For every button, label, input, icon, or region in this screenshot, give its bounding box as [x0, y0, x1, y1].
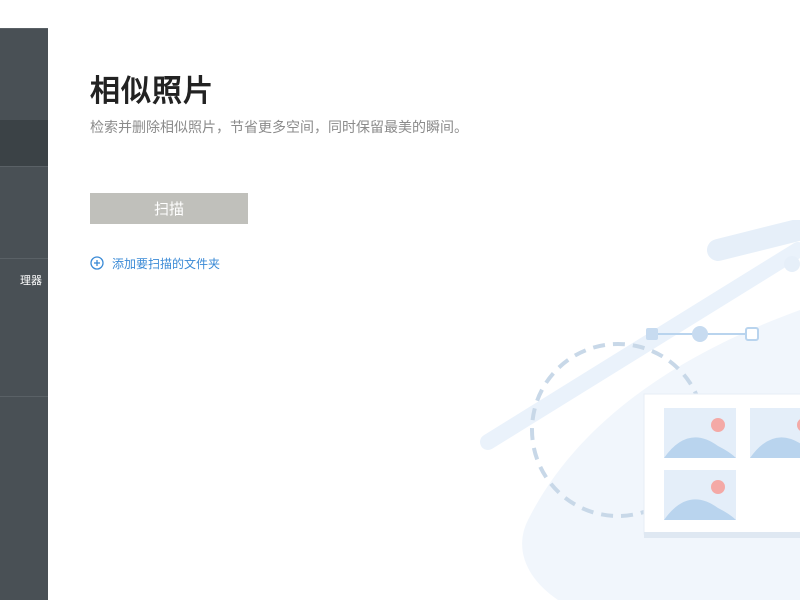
similar-photos-illustration: [480, 220, 800, 600]
main-panel: 相似照片 检索并删除相似照片，节省更多空间，同时保留最美的瞬间。 扫描 添加要扫…: [48, 0, 800, 600]
photo-icon: [664, 470, 736, 520]
sidebar-item-manager[interactable]: 理器: [0, 271, 48, 289]
scan-button[interactable]: 扫描: [90, 193, 248, 224]
sidebar-item-label: 理器: [20, 274, 42, 287]
sidebar: 理器: [0, 28, 48, 600]
photo-icon: [664, 408, 736, 458]
page-title: 相似照片: [90, 74, 214, 109]
photo-icon: [750, 408, 800, 458]
add-folder-label: 添加要扫描的文件夹: [112, 256, 221, 271]
add-folder-link[interactable]: 添加要扫描的文件夹: [90, 254, 220, 272]
sidebar-divider: [0, 258, 48, 259]
sidebar-item-selected[interactable]: [0, 120, 48, 166]
sidebar-divider: [0, 396, 48, 397]
sidebar-divider: [0, 166, 48, 167]
plus-circle-icon: [90, 256, 104, 270]
sidebar-divider: [0, 28, 48, 29]
page-subtitle: 检索并删除相似照片，节省更多空间，同时保留最美的瞬间。: [90, 120, 468, 136]
